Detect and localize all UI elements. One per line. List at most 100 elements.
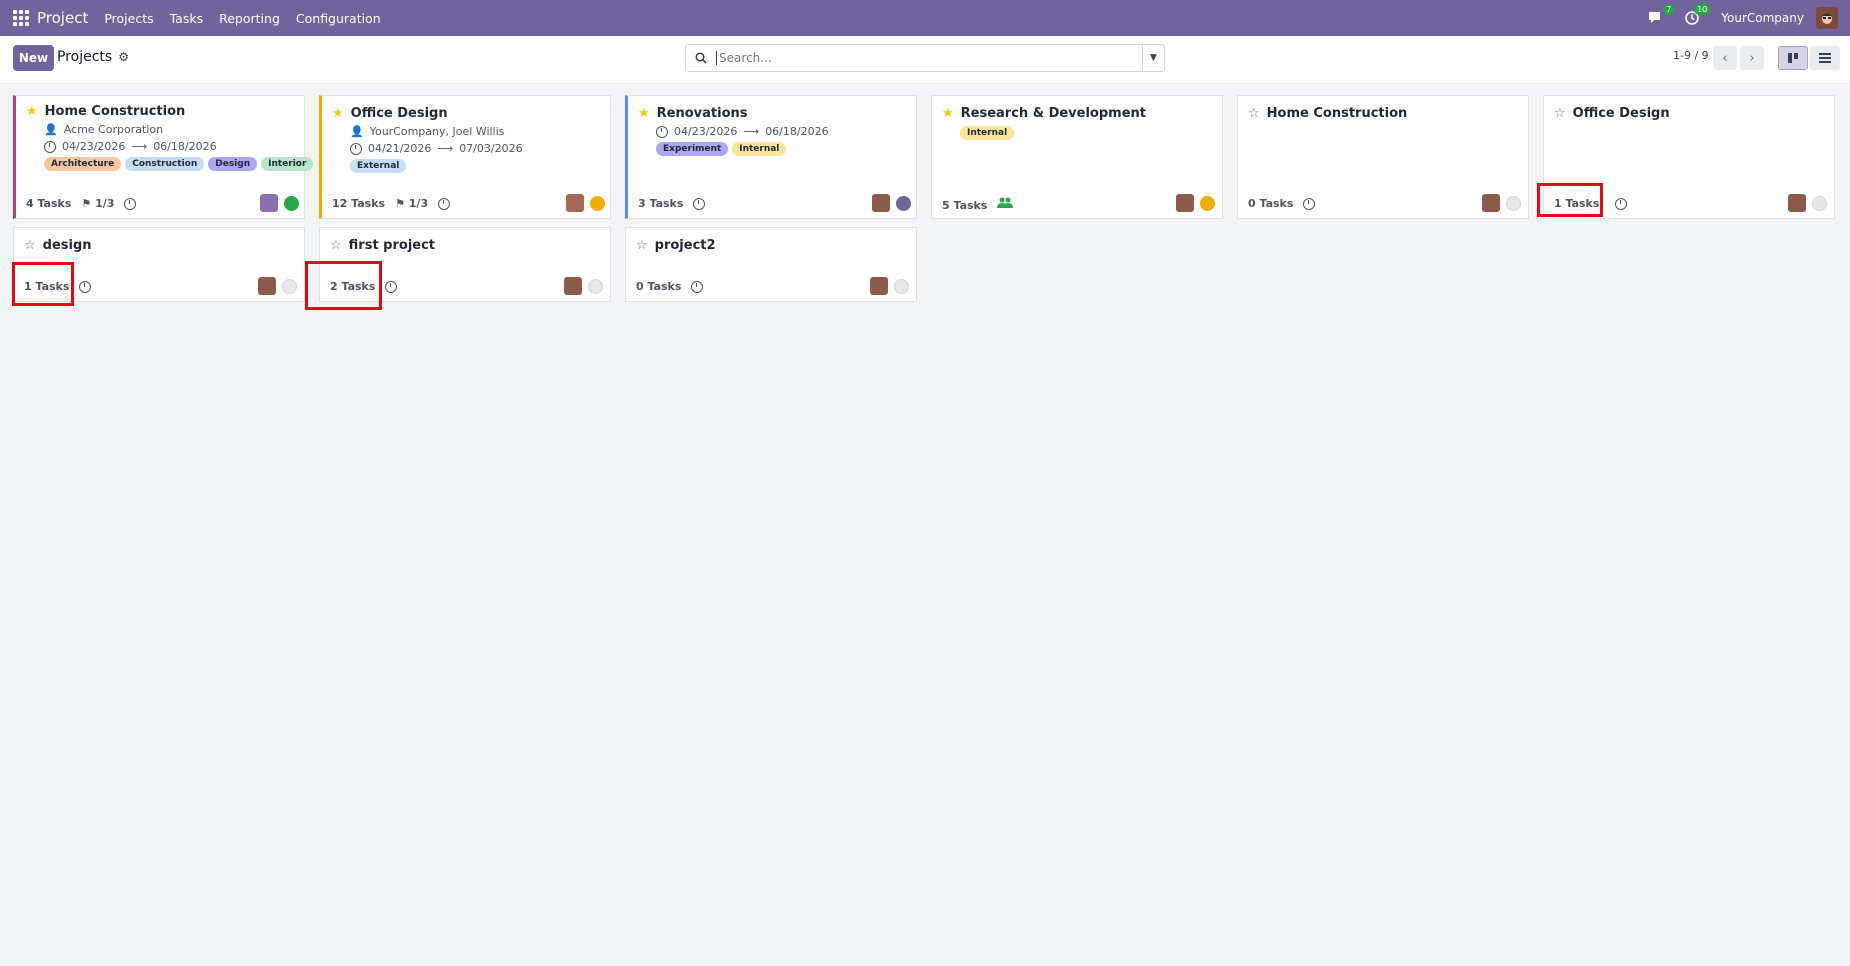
tag: Internal (732, 142, 787, 156)
pager-previous-button[interactable]: ‹ (1713, 46, 1737, 70)
tasks-count-link[interactable]: 5 Tasks (942, 199, 987, 212)
search-dropdown-toggle[interactable]: ▼ (1142, 45, 1164, 71)
company-switcher[interactable]: YourCompany (1721, 11, 1804, 25)
status-indicator[interactable] (1200, 196, 1215, 211)
clock-icon (44, 140, 56, 153)
menu-configuration[interactable]: Configuration (296, 11, 381, 26)
gear-icon[interactable]: ⚙ (118, 50, 129, 64)
project-card[interactable]: ★ Home Construction 👤 Acme Corporation 0… (13, 95, 314, 219)
status-indicator[interactable] (1506, 196, 1521, 211)
date-start: 04/23/2026 (62, 140, 126, 153)
project-title: Home Construction (1266, 106, 1408, 121)
kanban-view-button[interactable] (1778, 46, 1808, 70)
avatar[interactable] (1788, 194, 1806, 212)
status-indicator[interactable] (894, 279, 909, 294)
project-card[interactable]: ☆ Home Construction 0 Tasks (1237, 95, 1529, 219)
favorite-star-icon[interactable]: ☆ (330, 239, 342, 252)
activity-clock-icon[interactable] (385, 280, 398, 293)
user-avatar[interactable] (1816, 7, 1838, 29)
status-indicator[interactable] (282, 279, 297, 294)
customer-row: 👤 YourCompany, Joel Willis (350, 125, 504, 138)
date-end: 06/18/2026 (765, 125, 829, 138)
avatar[interactable] (1176, 194, 1194, 212)
highlight-box (305, 261, 382, 310)
date-end: 07/03/2026 (459, 142, 523, 155)
favorite-star-icon[interactable]: ☆ (636, 239, 648, 252)
menu-projects[interactable]: Projects (104, 11, 153, 26)
avatar[interactable] (872, 194, 890, 212)
favorite-star-icon[interactable]: ☆ (1248, 107, 1260, 120)
milestone-value: 1/3 (95, 197, 115, 210)
tag: Design (208, 157, 258, 171)
apps-menu-icon[interactable] (13, 10, 29, 26)
activity-clock-icon[interactable] (1615, 197, 1628, 210)
project-title: Renovations (656, 106, 748, 121)
avatar[interactable] (566, 194, 584, 212)
arrow-right-icon: ⟶ (131, 140, 148, 153)
avatar[interactable] (1482, 194, 1500, 212)
followers-group-icon[interactable] (997, 197, 1014, 213)
chat-badge: 7 (1663, 4, 1675, 15)
milestone-progress[interactable]: ⚑ 1/3 (395, 197, 428, 210)
project-title: project2 (654, 238, 716, 253)
avatar[interactable] (870, 277, 888, 295)
tag-list: External (350, 159, 407, 173)
favorite-star-icon[interactable]: ★ (332, 107, 344, 120)
status-indicator[interactable] (590, 196, 605, 211)
menu-tasks[interactable]: Tasks (170, 11, 204, 26)
tasks-count-link[interactable]: 3 Tasks (638, 197, 683, 210)
favorite-star-icon[interactable]: ★ (26, 105, 38, 118)
project-card[interactable]: ★ Research & Development Internal 5 Task… (931, 95, 1223, 219)
new-button[interactable]: New (13, 45, 54, 71)
flag-icon: ⚑ (81, 197, 92, 210)
status-indicator[interactable] (588, 279, 603, 294)
customer-name: Acme Corporation (63, 123, 164, 136)
highlight-box (1537, 183, 1603, 217)
pager-value[interactable]: 1-9 / 9 (1673, 49, 1709, 62)
date-end: 06/18/2026 (153, 140, 217, 153)
tasks-count-link[interactable]: 12 Tasks (332, 197, 385, 210)
tag-list: Architecture Construction Design Interio… (44, 157, 314, 171)
project-title: design (42, 238, 92, 253)
project-title: first project (348, 238, 436, 253)
favorite-star-icon[interactable]: ☆ (24, 239, 36, 252)
project-card[interactable]: ★ Office Design 👤 YourCompany, Joel Will… (319, 95, 611, 219)
activity-clock-icon[interactable] (1303, 197, 1316, 210)
avatar[interactable] (564, 277, 582, 295)
avatar[interactable] (258, 277, 276, 295)
status-indicator[interactable] (896, 196, 911, 211)
app-brand[interactable]: Project (37, 9, 88, 27)
search-input[interactable] (716, 51, 1142, 65)
favorite-star-icon[interactable]: ☆ (1554, 107, 1566, 120)
project-title: Research & Development (960, 106, 1146, 121)
activity-clock-icon[interactable] (438, 197, 451, 210)
favorite-star-icon[interactable]: ★ (942, 107, 954, 120)
tasks-count-link[interactable]: 4 Tasks (26, 197, 71, 210)
menu-reporting[interactable]: Reporting (219, 11, 280, 26)
chat-icon[interactable]: 7 (1647, 4, 1675, 27)
pager-next-button[interactable]: › (1740, 46, 1764, 70)
clock-icon (350, 142, 362, 155)
tag: Experiment (656, 142, 729, 156)
search-bar[interactable]: ▼ (685, 44, 1165, 72)
customer-row: 👤 Acme Corporation (44, 123, 163, 136)
activity-clock-icon[interactable] (79, 280, 92, 293)
status-indicator[interactable] (1812, 196, 1827, 211)
activity-clock-icon[interactable] (124, 197, 137, 210)
list-view-button[interactable] (1810, 46, 1840, 70)
tasks-count-link[interactable]: 0 Tasks (636, 280, 681, 293)
project-card[interactable]: ★ Renovations 04/23/2026 ⟶ 06/18/2026 Ex… (625, 95, 917, 219)
milestone-progress[interactable]: ⚑ 1/3 (81, 197, 114, 210)
status-indicator[interactable] (284, 196, 299, 211)
project-card[interactable]: ☆ project2 0 Tasks (625, 227, 917, 302)
tasks-count-link[interactable]: 0 Tasks (1248, 197, 1293, 210)
favorite-star-icon[interactable]: ★ (638, 107, 650, 120)
activity-clock-icon[interactable]: 10 (1683, 4, 1711, 27)
customer-name: YourCompany, Joel Willis (369, 125, 505, 138)
avatar[interactable] (260, 194, 278, 212)
highlight-box (12, 262, 74, 306)
activity-clock-icon[interactable] (693, 197, 706, 210)
tag: External (350, 159, 407, 173)
activity-clock-icon[interactable] (691, 280, 704, 293)
tag: Interior (261, 157, 314, 171)
